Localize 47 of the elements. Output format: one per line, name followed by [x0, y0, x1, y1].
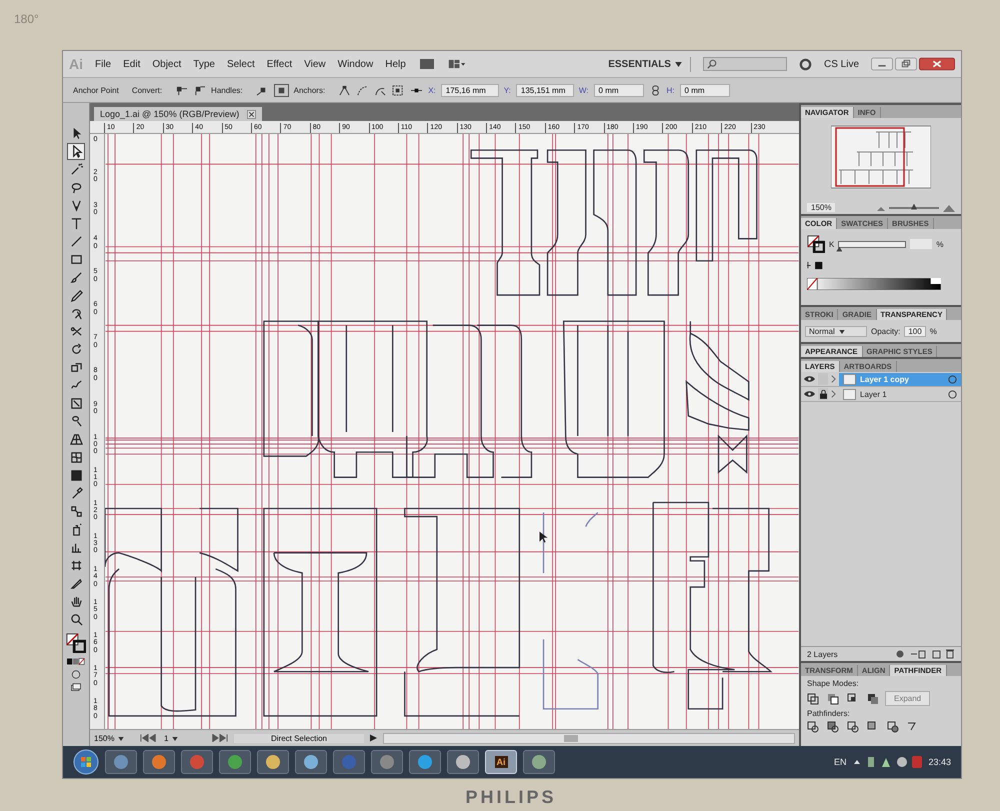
menu-item[interactable]: Effect: [266, 56, 292, 72]
width-label: W:: [578, 86, 589, 94]
document-tab[interactable]: Logo_1.ai @ 150% (RGB/Preview): [94, 107, 262, 121]
bezel-label: 180°: [14, 12, 39, 26]
status-tool-label[interactable]: Direct Selection: [234, 734, 364, 742]
monitor-brand-label: PHILIPS: [465, 787, 556, 808]
layer-row[interactable]: Layer 1: [839, 388, 961, 400]
menu-item[interactable]: Type: [193, 56, 215, 72]
zoom-field[interactable]: 150%: [807, 203, 836, 212]
y-label: Y:: [504, 86, 511, 94]
handles-label: Handles:: [211, 86, 243, 94]
channel-label: K: [829, 240, 834, 248]
y-field[interactable]: 135,151 mm: [516, 84, 574, 96]
clock: 23:43: [928, 757, 951, 767]
language-indicator[interactable]: EN: [834, 757, 846, 767]
workspace-switcher[interactable]: ESSENTIALS: [600, 56, 691, 72]
layer-count: 2 Layers: [807, 650, 838, 658]
menu-item[interactable]: View: [304, 56, 326, 72]
x-label: X:: [428, 86, 436, 94]
illustrator-app-button[interactable]: Ai: [485, 750, 517, 774]
opacity-label: Opacity:: [871, 326, 900, 336]
menu-item[interactable]: File: [95, 56, 112, 72]
anchors-label: Anchors:: [294, 86, 326, 94]
layer-name: Layer 1 copy: [860, 374, 909, 384]
selection-mode-label: Anchor Point: [73, 86, 119, 94]
app-logo: Ai: [69, 56, 83, 72]
menu-item[interactable]: Object: [152, 56, 182, 72]
convert-label: Convert:: [132, 86, 162, 94]
width-field[interactable]: 0 mm: [594, 84, 644, 96]
blend-mode-dropdown[interactable]: Normal: [805, 326, 867, 336]
percent-label: %: [936, 240, 944, 248]
opacity-field[interactable]: 100: [904, 326, 926, 336]
x-field[interactable]: 175,16 mm: [440, 84, 499, 96]
menu-item[interactable]: Select: [226, 56, 255, 72]
menu-item[interactable]: Window: [338, 56, 374, 72]
percent-label: %: [930, 326, 937, 336]
layer-name: Layer 1: [860, 390, 887, 398]
artboard-dropdown[interactable]: 1: [164, 734, 204, 742]
height-label: H:: [666, 86, 675, 94]
height-field[interactable]: 0 mm: [680, 84, 730, 96]
menu-item[interactable]: Help: [385, 56, 406, 72]
shape-modes-label: Shape Modes:: [807, 679, 860, 688]
pathfinders-label: Pathfinders:: [807, 709, 851, 718]
zoom-dropdown[interactable]: 150%: [94, 734, 134, 742]
document-title: Logo_1.ai @ 150% (RGB/Preview): [100, 109, 240, 119]
menu-item[interactable]: Edit: [123, 56, 140, 72]
cs-live-menu[interactable]: CS Live: [824, 58, 859, 70]
